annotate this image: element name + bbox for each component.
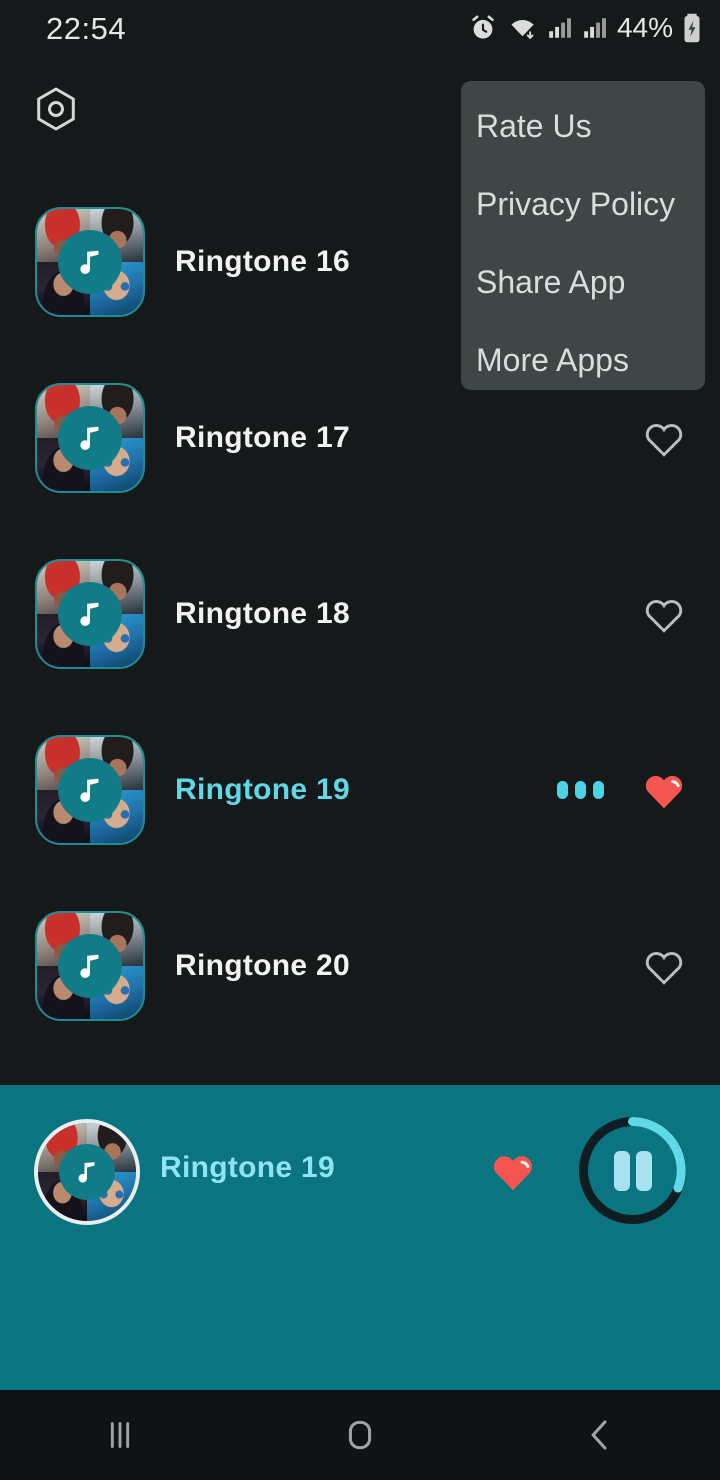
music-note-icon <box>58 582 122 646</box>
now-playing-title: Ringtone 19 <box>160 1151 335 1184</box>
alarm-icon <box>468 13 498 43</box>
list-item[interactable]: Ringtone 19 <box>0 702 720 878</box>
music-note-icon <box>58 934 122 998</box>
pause-button[interactable] <box>575 1113 690 1228</box>
pause-icon <box>614 1151 630 1191</box>
overflow-menu[interactable]: Rate Us Privacy Policy Share App More Ap… <box>461 81 705 390</box>
music-note-icon <box>58 406 122 470</box>
ringtone-thumbnail <box>35 559 145 669</box>
heart-filled-icon[interactable] <box>489 1149 537 1197</box>
ringtone-title: Ringtone 17 <box>175 421 350 454</box>
wifi-icon <box>507 13 538 43</box>
playing-equalizer-icon <box>557 781 604 799</box>
heart-outline-icon[interactable] <box>634 946 694 986</box>
menu-item-share-app[interactable]: Share App <box>461 243 705 321</box>
battery-charging-icon <box>682 13 702 43</box>
status-icons: 44% <box>468 10 702 46</box>
heart-outline-icon[interactable] <box>634 594 694 634</box>
ringtone-thumbnail <box>35 207 145 317</box>
list-item[interactable]: Ringtone 20 <box>0 878 720 1054</box>
ringtone-title: Ringtone 20 <box>175 949 350 982</box>
now-playing-bar: Ringtone 19 <box>0 1085 720 1390</box>
ringtone-thumbnail <box>35 735 145 845</box>
back-chevron-icon[interactable] <box>540 1390 660 1480</box>
battery-percent-label: 44% <box>616 12 673 43</box>
status-time: 22:54 <box>46 11 127 46</box>
music-note-icon <box>58 230 122 294</box>
android-nav-bar <box>0 1390 720 1480</box>
ringtone-title: Ringtone 18 <box>175 597 350 630</box>
ringtone-title: Ringtone 19 <box>175 773 350 806</box>
menu-item-more-apps[interactable]: More Apps <box>461 321 705 399</box>
music-note-icon <box>58 758 122 822</box>
app-screen: 22:54 44% Rate Us Privacy Policy Share A… <box>0 0 720 1480</box>
home-icon[interactable] <box>300 1390 420 1480</box>
now-playing-artwork <box>34 1119 140 1225</box>
music-note-icon <box>59 1144 115 1200</box>
signal-icon <box>582 14 608 42</box>
signal-icon <box>547 14 573 42</box>
menu-item-privacy-policy[interactable]: Privacy Policy <box>461 165 705 243</box>
list-item[interactable]: Ringtone 18 <box>0 526 720 702</box>
ringtone-thumbnail <box>35 383 145 493</box>
menu-item-rate-us[interactable]: Rate Us <box>461 87 705 165</box>
heart-filled-icon[interactable] <box>634 769 694 811</box>
hexagon-settings-icon[interactable] <box>32 85 80 133</box>
heart-outline-icon[interactable] <box>634 418 694 458</box>
status-bar: 22:54 44% <box>0 0 720 60</box>
recent-apps-icon[interactable] <box>60 1390 180 1480</box>
ringtone-thumbnail <box>35 911 145 1021</box>
